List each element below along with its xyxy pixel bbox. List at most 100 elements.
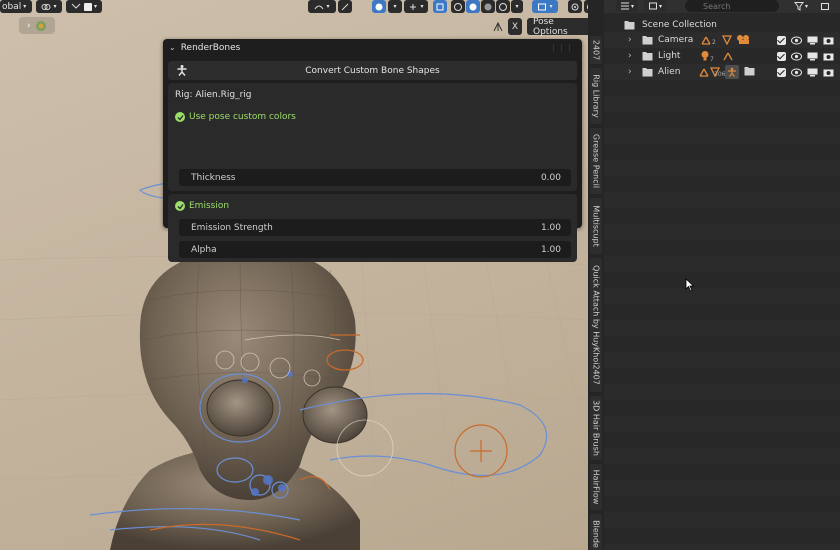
x-mirror-button[interactable]: X [508, 18, 522, 35]
pose-options-label: Pose Options [533, 16, 568, 37]
chevron-right-icon: › [27, 20, 31, 31]
outliner-empty-area[interactable] [604, 80, 840, 550]
tab-label: Multiscupt [591, 205, 601, 247]
outliner-row-light[interactable]: › Light 7 [604, 48, 840, 64]
shading-wireframe-button[interactable] [451, 0, 465, 13]
chevron-right-icon[interactable]: › [628, 67, 632, 77]
sidebar-tab-quick-attach[interactable]: Quick Attach by HuyKhoi2407 [590, 258, 602, 392]
overlay-toggle-button[interactable] [372, 0, 386, 13]
checkmark-circle-icon [175, 201, 185, 211]
outliner-row-label: Light [658, 51, 681, 61]
outliner-row-alien[interactable]: › Alien 306 [604, 64, 840, 80]
rig-settings-box: Rig: Alien.Rig_rig Use pose custom color… [168, 83, 577, 191]
pivot-point-dropdown[interactable]: ▾ [36, 0, 62, 13]
3d-viewport[interactable]: obal ▾ ▾ ▾ ▾ ▾ ▾ ▾ ▾ › X Pose Options ⌄ … [0, 0, 588, 550]
transform-orientation-label: obal [2, 1, 22, 12]
chevron-down-icon: ▾ [549, 3, 553, 10]
pose-mode-icon[interactable] [490, 18, 506, 35]
convert-button-label: Convert Custom Bone Shapes [305, 65, 440, 76]
gizmo-icon [410, 3, 417, 10]
bone-tool-button[interactable] [338, 0, 352, 13]
outliner-filter-button[interactable]: ▾ [790, 0, 812, 12]
tab-label: Blende [591, 520, 601, 548]
exclude-checkbox[interactable] [777, 67, 786, 77]
exclude-checkbox[interactable] [777, 35, 786, 45]
sidebar-tab-2407[interactable]: 2407 [590, 36, 602, 64]
sidebar-tab-multiscupt[interactable]: Multiscupt [590, 198, 602, 254]
pose-options-dropdown[interactable]: Pose Options ▾ [527, 16, 588, 37]
shading-rendered-button[interactable] [496, 0, 510, 13]
filter-dropdown[interactable]: ▾ [644, 0, 666, 12]
xray-icon [436, 3, 444, 10]
viewport-nav-button[interactable]: › [19, 17, 55, 34]
renderbones-panel-header[interactable]: ⌄ RenderBones ⋮⋮⋮ [163, 39, 582, 56]
chevron-right-icon[interactable]: › [628, 35, 632, 45]
monitor-icon[interactable] [807, 36, 818, 45]
overlay-dropdown[interactable]: ▾ [388, 0, 402, 13]
use-pose-colors-checkbox[interactable]: Use pose custom colors [175, 112, 296, 122]
sidebar-tab-3d-hair-brush[interactable]: 3D Hair Brush [590, 396, 602, 460]
light-bulb-icon [701, 51, 709, 61]
new-collection-icon [821, 3, 829, 10]
outliner-search-input[interactable]: Search [685, 0, 779, 12]
emission-label: Emission [189, 201, 230, 211]
sidebar-tab-rig-library[interactable]: Rig Library [590, 68, 602, 124]
eye-icon[interactable] [791, 68, 802, 77]
viewport-header: obal ▾ ▾ ▾ ▾ ▾ ▾ ▾ ▾ [0, 0, 588, 14]
collection-icon [744, 67, 755, 76]
proportional-editing-button[interactable]: ▾ [308, 0, 336, 13]
shading-dropdown[interactable]: ▾ [511, 0, 523, 13]
shading-material-button[interactable] [481, 0, 495, 13]
checkmark-circle-icon [175, 112, 185, 122]
visibility-toggles [777, 67, 834, 77]
xray-toggle-button[interactable] [433, 0, 447, 13]
emission-strength-field[interactable]: Emission Strength 1.00 [179, 219, 571, 236]
camera-render-icon[interactable] [823, 36, 834, 45]
drag-grip-icon[interactable]: ⋮⋮⋮ [550, 44, 574, 52]
sidebar-tab-grease-pencil[interactable]: Grease Pencil [590, 128, 602, 194]
panel-title: RenderBones [180, 42, 241, 53]
collection-icon [642, 35, 653, 44]
outliner-row-camera[interactable]: › Camera 2 [604, 32, 840, 48]
monitor-icon[interactable] [807, 52, 818, 61]
sidebar-tab-hairflow[interactable]: HairFlow [590, 464, 602, 510]
snap-dropdown[interactable]: ▾ [66, 0, 102, 13]
list-icon [620, 2, 629, 10]
chevron-down-icon: ▾ [804, 2, 808, 10]
shading-solid-button[interactable] [466, 0, 480, 13]
monitor-icon[interactable] [807, 68, 818, 77]
renderbones-panel: ⌄ RenderBones ⋮⋮⋮ Convert Custom Bone Sh… [163, 39, 582, 262]
chevron-down-icon: ▾ [23, 3, 27, 10]
display-mode-dropdown[interactable]: ▾ [616, 0, 638, 12]
camera-render-icon[interactable] [823, 68, 834, 77]
eye-icon[interactable] [791, 52, 802, 61]
rig-label: Rig: Alien.Rig_rig [175, 90, 252, 100]
armature-active-badge[interactable] [725, 65, 739, 79]
outliner-row-label: Alien [658, 67, 681, 77]
editor-overlay-button[interactable]: ▾ [532, 0, 558, 13]
gizmo-toggle-button[interactable]: ▾ [404, 0, 428, 13]
convert-custom-bone-shapes-button[interactable]: Convert Custom Bone Shapes [168, 61, 577, 80]
emission-checkbox[interactable]: Emission [175, 201, 229, 211]
sidebar-tab-blende[interactable]: Blende [590, 514, 602, 550]
sidebar-tabs: 2407 Rig Library Grease Pencil Multiscup… [588, 0, 604, 550]
camera-child-count: 2 [712, 39, 716, 46]
exclude-checkbox[interactable] [777, 51, 786, 61]
outliner-editor: ▾ ▾ Search ▾ Scene Collection › Camera 2 [604, 0, 840, 550]
transform-orientation-dropdown[interactable]: obal ▾ [0, 0, 32, 13]
alpha-field[interactable]: Alpha 1.00 [179, 241, 571, 258]
camera-render-icon[interactable] [823, 52, 834, 61]
tab-label: 3D Hair Brush [591, 400, 601, 456]
scene-collection-row[interactable]: Scene Collection [604, 17, 840, 33]
chevron-right-icon[interactable]: › [628, 51, 632, 61]
eye-icon[interactable] [791, 36, 802, 45]
view-layer-icon [35, 20, 46, 31]
new-collection-button[interactable] [818, 0, 832, 12]
armature-icon [728, 67, 736, 77]
thickness-field[interactable]: Thickness 0.00 [179, 169, 571, 186]
thickness-label: Thickness [191, 172, 236, 183]
tab-label: Grease Pencil [591, 133, 601, 189]
mouse-cursor-icon [685, 278, 695, 292]
render-engine-button[interactable] [568, 0, 582, 13]
tab-label: 2407 [591, 39, 601, 61]
